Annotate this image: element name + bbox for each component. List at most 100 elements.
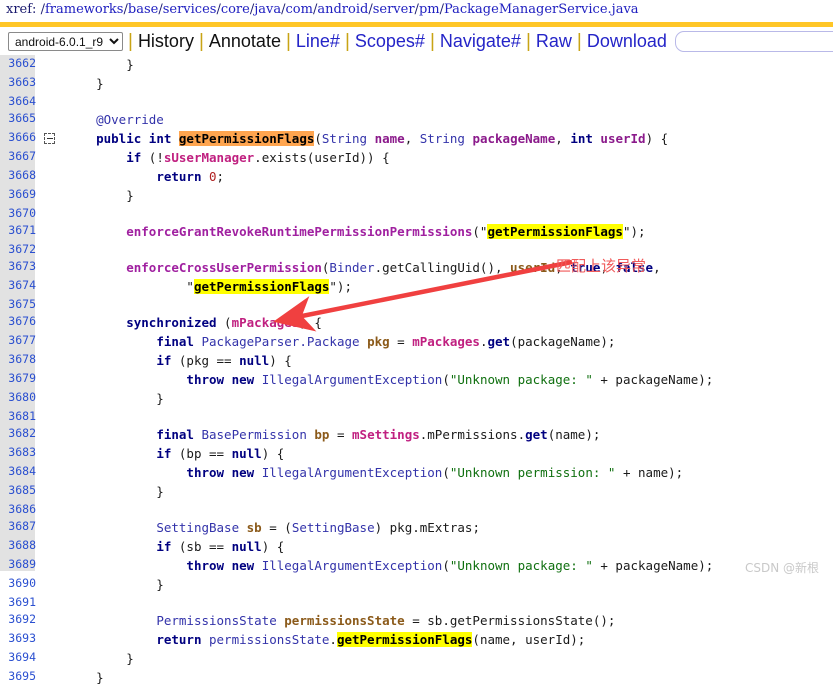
xref-segment-9[interactable]: PackageManagerService.java <box>444 2 639 17</box>
code-line: 3663 } <box>0 74 714 93</box>
line-number[interactable]: 3665 <box>0 110 40 129</box>
code-line: 3689 throw new IllegalArgumentException(… <box>0 556 714 575</box>
code-token: Binder <box>329 260 375 275</box>
toolbar-link-download[interactable]: Download <box>587 31 667 51</box>
line-number[interactable]: 3664 <box>0 93 40 110</box>
line-number[interactable]: 3682 <box>0 425 40 444</box>
line-number[interactable]: 3688 <box>0 537 40 556</box>
line-number[interactable]: 3686 <box>0 501 40 518</box>
fold-cell <box>40 55 60 74</box>
line-number[interactable]: 3667 <box>0 148 40 167</box>
fold-cell <box>40 649 60 668</box>
toolbar-separator: | <box>198 30 204 52</box>
code-token: (packageName); <box>510 334 616 349</box>
line-number[interactable]: 3679 <box>0 370 40 389</box>
code-source <box>60 408 714 425</box>
line-number[interactable]: 3668 <box>0 167 40 186</box>
xref-segment-2[interactable]: services <box>163 2 217 17</box>
code-fold-icon[interactable] <box>44 133 55 144</box>
code-token: "Unknown package: " <box>449 372 593 387</box>
xref-segment-3[interactable]: core <box>221 2 250 17</box>
highlight-reference[interactable]: getPermissionFlags <box>487 224 623 239</box>
xref-segment-5[interactable]: com <box>286 2 313 17</box>
code-token: = <box>329 427 353 442</box>
line-number[interactable]: 3666 <box>0 129 40 148</box>
code-line: 3695 } <box>0 668 714 687</box>
toolbar-separator: | <box>576 30 582 52</box>
highlight-definition[interactable]: getPermissionFlags <box>178 131 315 146</box>
line-number[interactable]: 3680 <box>0 389 40 408</box>
line-number[interactable]: 3671 <box>0 222 40 241</box>
version-select[interactable]: android-6.0.1_r9 <box>8 31 123 51</box>
line-number[interactable]: 3672 <box>0 241 40 258</box>
fold-cell <box>40 408 60 425</box>
fold-cell[interactable] <box>40 129 60 148</box>
line-number[interactable]: 3674 <box>0 277 40 296</box>
code-token: if <box>156 446 172 461</box>
fold-cell <box>40 425 60 444</box>
code-token: IllegalArgumentException <box>261 372 443 387</box>
line-number[interactable]: 3690 <box>0 575 40 594</box>
code-source <box>60 241 714 258</box>
line-number[interactable]: 3691 <box>0 594 40 611</box>
xref-segment-7[interactable]: server <box>373 2 415 17</box>
code-token: new <box>231 558 255 573</box>
xref-segment-4[interactable]: java <box>254 2 281 17</box>
code-line: 3694 } <box>0 649 714 668</box>
line-number[interactable]: 3685 <box>0 482 40 501</box>
xref-segment-6[interactable]: android <box>317 2 368 17</box>
line-number[interactable]: 3677 <box>0 332 40 351</box>
code-token: return <box>156 169 202 184</box>
toolbar-link-navigate[interactable]: Navigate# <box>440 31 521 51</box>
line-number[interactable]: 3670 <box>0 205 40 222</box>
toolbar-link-raw[interactable]: Raw <box>536 31 572 51</box>
fold-cell <box>40 93 60 110</box>
toolbar-link-line[interactable]: Line# <box>296 31 340 51</box>
line-number[interactable]: 3673 <box>0 258 40 277</box>
code-token: (! <box>141 150 164 165</box>
fold-cell <box>40 148 60 167</box>
code-source: throw new IllegalArgumentException("Unkn… <box>60 556 714 575</box>
line-number[interactable]: 3695 <box>0 668 40 687</box>
line-number[interactable]: 3689 <box>0 556 40 575</box>
code-token: BasePermission <box>201 427 307 442</box>
line-number[interactable]: 3678 <box>0 351 40 370</box>
highlight-reference[interactable]: getPermissionFlags <box>193 279 330 294</box>
highlight-reference[interactable]: getPermissionFlags <box>336 632 473 647</box>
xref-segment-8[interactable]: pm <box>419 2 440 17</box>
code-token: throw <box>186 558 225 573</box>
search-input[interactable] <box>674 30 833 52</box>
fold-cell <box>40 74 60 93</box>
line-number[interactable]: 3669 <box>0 186 40 205</box>
code-source: throw new IllegalArgumentException("Unkn… <box>60 370 714 389</box>
code-token: . <box>329 632 337 647</box>
line-number[interactable]: 3675 <box>0 296 40 313</box>
toolbar-link-scopes[interactable]: Scopes# <box>355 31 425 51</box>
line-number[interactable]: 3663 <box>0 74 40 93</box>
line-number[interactable]: 3662 <box>0 55 40 74</box>
code-token: String <box>419 131 465 146</box>
line-number[interactable]: 3694 <box>0 649 40 668</box>
code-token: synchronized <box>126 315 217 330</box>
toolbar-link-history[interactable]: History <box>138 31 194 51</box>
line-number[interactable]: 3681 <box>0 408 40 425</box>
line-number[interactable]: 3676 <box>0 313 40 332</box>
code-line: 3688 if (sb == null) { <box>0 537 714 556</box>
line-number[interactable]: 3684 <box>0 463 40 482</box>
toolbar-link-annotate[interactable]: Annotate <box>209 31 281 51</box>
line-number[interactable]: 3693 <box>0 630 40 649</box>
line-number[interactable]: 3683 <box>0 444 40 463</box>
line-number[interactable]: 3687 <box>0 518 40 537</box>
code-token: final <box>156 427 194 442</box>
code-line: 3686 <box>0 501 714 518</box>
code-token: = ( <box>261 520 292 535</box>
xref-segment-0[interactable]: frameworks <box>45 2 124 17</box>
line-number[interactable]: 3692 <box>0 611 40 630</box>
xref-segment-1[interactable]: base <box>128 2 158 17</box>
